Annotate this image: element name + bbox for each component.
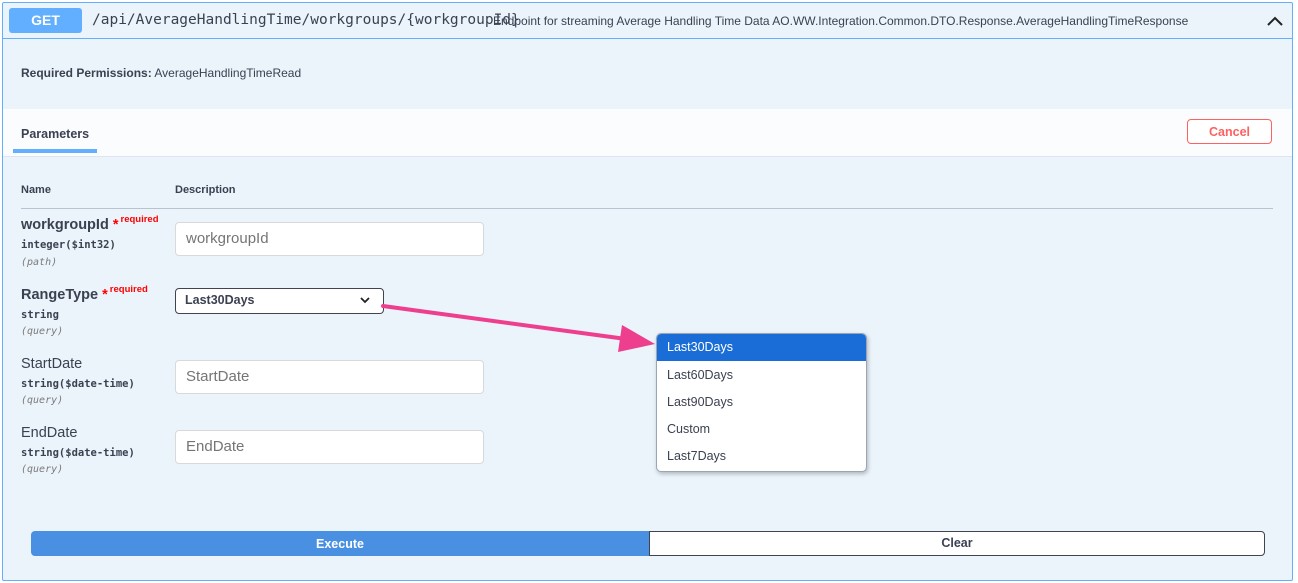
dropdown-option[interactable]: Last30Days: [657, 334, 866, 361]
dropdown-option[interactable]: Last60Days: [657, 362, 866, 389]
dropdown-option[interactable]: Custom: [657, 416, 866, 443]
rangetype-dropdown: Last30Days Last60Days Last90Days Custom …: [656, 333, 867, 472]
dropdown-option[interactable]: Last90Days: [657, 389, 866, 416]
dropdown-option[interactable]: Last7Days: [657, 443, 866, 470]
annotation-arrow-icon: [381, 304, 655, 352]
